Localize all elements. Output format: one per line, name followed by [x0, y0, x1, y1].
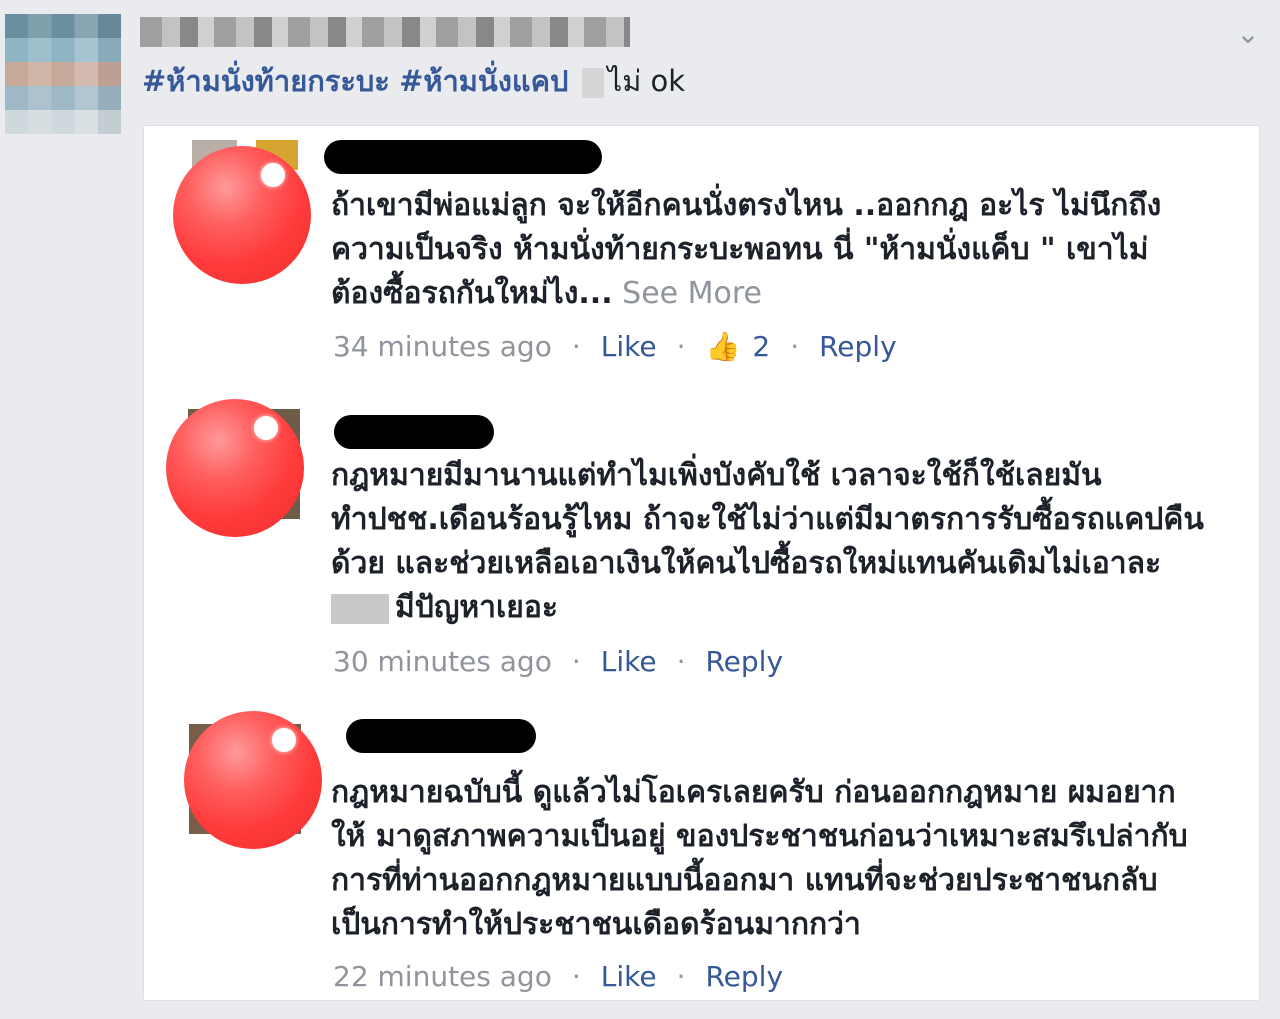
- comment-meta: 30 minutes ago · Like · Reply: [333, 645, 784, 678]
- comment-meta: 22 minutes ago · Like · Reply: [333, 960, 784, 993]
- timestamp[interactable]: 34 minutes ago: [333, 330, 552, 363]
- post-author-avatar[interactable]: [5, 14, 121, 134]
- reply-button[interactable]: Reply: [819, 330, 897, 363]
- like-button[interactable]: Like: [601, 645, 657, 678]
- post-text: #ห้ามนั่งท้ายกระบะ #ห้ามนั่งแคป ไม่ ok: [142, 60, 685, 102]
- hashtag-link[interactable]: #ห้ามนั่งแคป: [399, 64, 568, 98]
- commenter-name-redacted[interactable]: [324, 140, 602, 174]
- thumbs-up-icon[interactable]: 👍: [705, 330, 740, 363]
- commenter-avatar[interactable]: [166, 399, 304, 537]
- comments-panel: ถ้าเขามีพ่อแม่ลูก จะให้อีกคนนั่งตรงไหน .…: [143, 125, 1260, 1001]
- commenter-name-redacted[interactable]: [334, 415, 494, 449]
- comment-meta: 34 minutes ago · Like · 👍 2 · Reply: [333, 330, 897, 363]
- redacted-text: [331, 593, 389, 624]
- reply-button[interactable]: Reply: [705, 960, 783, 993]
- post-text-tail: ไม่ ok: [607, 64, 686, 98]
- commenter-name-redacted[interactable]: [346, 719, 536, 753]
- timestamp[interactable]: 22 minutes ago: [333, 960, 552, 993]
- like-button[interactable]: Like: [601, 330, 657, 363]
- redacted-text: [581, 68, 604, 98]
- like-count[interactable]: 2: [752, 330, 770, 363]
- see-more-link[interactable]: See More: [613, 276, 762, 311]
- reply-button[interactable]: Reply: [705, 645, 783, 678]
- commenter-avatar[interactable]: [173, 146, 311, 284]
- commenter-avatar[interactable]: [184, 711, 322, 849]
- chevron-down-icon[interactable]: ⌄: [1234, 20, 1262, 48]
- comment-text: กฎหมายมีมานานแต่ทำไมเพิ่งบังคับใช้ เวลาจ…: [331, 458, 1204, 625]
- like-button[interactable]: Like: [601, 960, 657, 993]
- comment-text: กฎหมายฉบับนี้ ดูแล้วไม่โอเครเลยครับ ก่อน…: [331, 775, 1188, 942]
- post-author-name-redacted[interactable]: [140, 17, 630, 47]
- timestamp[interactable]: 30 minutes ago: [333, 645, 552, 678]
- comment-text: ถ้าเขามีพ่อแม่ลูก จะให้อีกคนนั่งตรงไหน .…: [331, 188, 1162, 311]
- hashtag-link[interactable]: #ห้ามนั่งท้ายกระบะ: [142, 64, 390, 98]
